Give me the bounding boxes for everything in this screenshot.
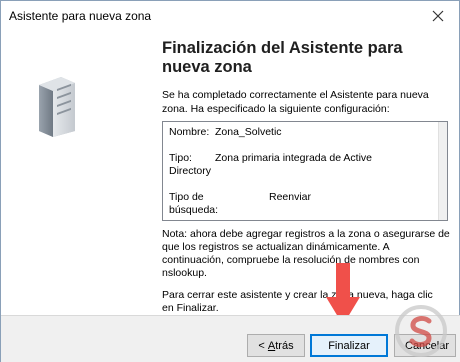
summary-name-label: Nombre: <box>169 126 210 138</box>
intro-text: Se ha completado correctamente el Asiste… <box>162 89 429 115</box>
summary-name-value: Zona_Solvetic <box>215 126 282 138</box>
summary-type-label: Tipo: <box>169 152 192 164</box>
summary-type-value: Zona primaria integrada de Active <box>215 152 395 165</box>
solvetic-logo-icon <box>391 301 451 361</box>
close-icon <box>432 10 444 22</box>
back-button-mnemonic: A <box>267 339 276 352</box>
wizard-window: Asistente para nueva zona Finalización d… <box>0 0 460 362</box>
back-button-prefix: < <box>258 339 268 352</box>
finish-button-label: Finalizar <box>328 339 370 352</box>
close-button[interactable] <box>423 3 453 29</box>
back-button[interactable]: < Atrás <box>247 334 305 357</box>
page-title: Finalización del Asistente para nueva zo… <box>162 39 403 76</box>
wizard-content: Finalización del Asistente para nueva zo… <box>161 31 456 315</box>
summary-lookup-value: Reenviar <box>269 191 312 203</box>
server-icon <box>35 75 79 142</box>
wizard-side-panel <box>1 31 155 315</box>
summary-textbox[interactable]: Nombre: Zona_Solvetic Tipo: Zona primari… <box>162 121 448 221</box>
summary-lookup-label: Tipo de búsqueda: <box>169 191 219 216</box>
title-bar: Asistente para nueva zona <box>1 1 459 31</box>
summary-type-value-line1: Zona primaria integrada de Active <box>215 152 373 164</box>
summary-type-value-line2: Directory <box>169 165 212 177</box>
summary-scrollbar[interactable] <box>438 122 447 220</box>
window-title: Asistente para nueva zona <box>9 9 152 23</box>
finish-button[interactable]: Finalizar <box>310 334 388 357</box>
back-button-rest: trás <box>275 339 294 352</box>
note-text: Nota: ahora debe agregar registros a la … <box>162 228 450 279</box>
